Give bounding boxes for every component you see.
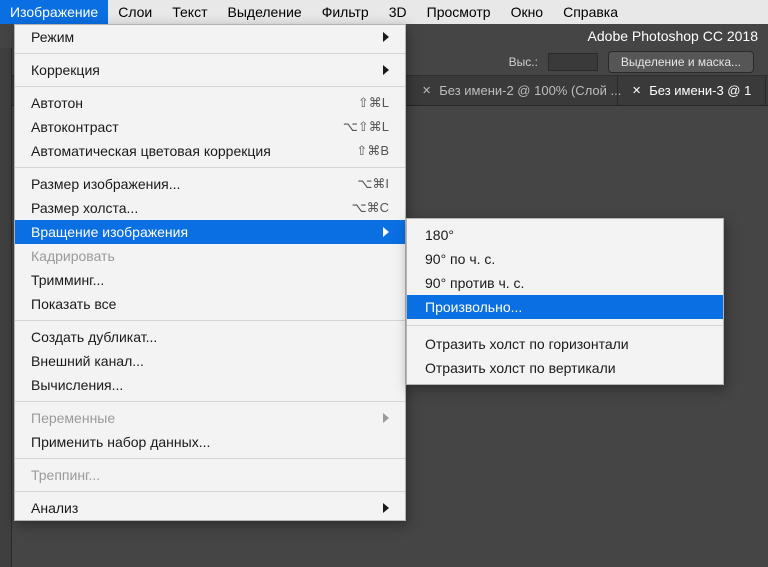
menu-separator xyxy=(15,53,405,54)
menu-separator xyxy=(407,325,723,326)
document-tab[interactable]: ✕ Без имени-3 @ 1 xyxy=(618,76,766,105)
menu-item-apply-image[interactable]: Внешний канал... xyxy=(15,349,405,373)
submenu-arrow-icon xyxy=(383,413,389,423)
menu-item-canvas-size[interactable]: Размер холста... ⌥⌘C xyxy=(15,196,405,220)
submenu-item-flip-horizontal[interactable]: Отразить холст по горизонтали xyxy=(407,332,723,356)
menu-item-calculations[interactable]: Вычисления... xyxy=(15,373,405,397)
menu-item-image-rotation[interactable]: Вращение изображения xyxy=(15,220,405,244)
menu-item-mode[interactable]: Режим xyxy=(15,25,405,49)
close-icon[interactable]: ✕ xyxy=(422,84,431,97)
menu-separator xyxy=(15,401,405,402)
tab-title: Без имени-3 @ 1 xyxy=(649,83,751,98)
image-menu-dropdown: Режим Коррекция Автотон ⇧⌘L Автоконтраст… xyxy=(14,24,406,521)
menu-item-autotone[interactable]: Автотон ⇧⌘L xyxy=(15,91,405,115)
menu-item-duplicate[interactable]: Создать дубликат... xyxy=(15,325,405,349)
menubar-item-help[interactable]: Справка xyxy=(553,0,628,24)
menubar-item-image[interactable]: Изображение xyxy=(0,0,108,24)
menubar-item-view[interactable]: Просмотр xyxy=(417,0,501,24)
menu-item-trap: Треппинг... xyxy=(15,463,405,487)
menu-item-autocolor[interactable]: Автоматическая цветовая коррекция ⇧⌘B xyxy=(15,139,405,163)
menubar-item-filter[interactable]: Фильтр xyxy=(312,0,379,24)
menu-item-autocontrast[interactable]: Автоконтраст ⌥⇧⌘L xyxy=(15,115,405,139)
menu-item-image-size[interactable]: Размер изображения... ⌥⌘I xyxy=(15,172,405,196)
menu-item-crop: Кадрировать xyxy=(15,244,405,268)
tab-title: Без имени-2 @ 100% (Слой ... xyxy=(439,83,621,98)
image-rotation-submenu: 180° 90° по ч. с. 90° против ч. с. Произ… xyxy=(406,218,724,385)
height-label: Выс.: xyxy=(509,55,538,69)
document-tab[interactable]: ✕ Без имени-2 @ 100% (Слой ... xyxy=(408,76,618,105)
submenu-item-90ccw[interactable]: 90° против ч. с. xyxy=(407,271,723,295)
menubar-item-text[interactable]: Текст xyxy=(162,0,217,24)
menubar-item-select[interactable]: Выделение xyxy=(218,0,312,24)
close-icon[interactable]: ✕ xyxy=(632,84,641,97)
select-and-mask-button[interactable]: Выделение и маска... xyxy=(608,51,754,73)
menu-item-apply-dataset[interactable]: Применить набор данных... xyxy=(15,430,405,454)
menubar-item-window[interactable]: Окно xyxy=(501,0,554,24)
app-title: Adobe Photoshop CC 2018 xyxy=(588,28,758,44)
menu-separator xyxy=(15,86,405,87)
submenu-item-arbitrary[interactable]: Произвольно... xyxy=(407,295,723,319)
submenu-item-180[interactable]: 180° xyxy=(407,223,723,247)
left-panel-strip xyxy=(0,48,12,567)
submenu-arrow-icon xyxy=(383,32,389,42)
menu-item-variables: Переменные xyxy=(15,406,405,430)
menubar: Изображение Слои Текст Выделение Фильтр … xyxy=(0,0,768,24)
menu-separator xyxy=(15,458,405,459)
submenu-arrow-icon xyxy=(383,65,389,75)
menu-item-analysis[interactable]: Анализ xyxy=(15,496,405,520)
submenu-arrow-icon xyxy=(383,227,389,237)
menu-item-reveal-all[interactable]: Показать все xyxy=(15,292,405,316)
submenu-item-90cw[interactable]: 90° по ч. с. xyxy=(407,247,723,271)
menubar-item-3d[interactable]: 3D xyxy=(379,0,417,24)
submenu-item-flip-vertical[interactable]: Отразить холст по вертикали xyxy=(407,356,723,380)
menu-separator xyxy=(15,167,405,168)
menubar-item-layers[interactable]: Слои xyxy=(108,0,162,24)
submenu-arrow-icon xyxy=(383,503,389,513)
height-input[interactable] xyxy=(548,53,598,71)
menu-separator xyxy=(15,320,405,321)
menu-separator xyxy=(15,491,405,492)
menu-item-adjustments[interactable]: Коррекция xyxy=(15,58,405,82)
menu-item-trim[interactable]: Тримминг... xyxy=(15,268,405,292)
